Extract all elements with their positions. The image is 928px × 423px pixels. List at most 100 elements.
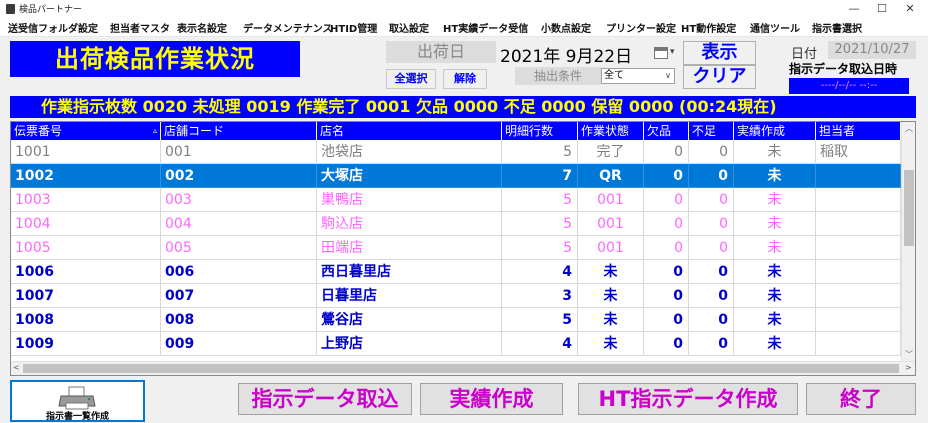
cell-store-code: 006 (161, 260, 317, 284)
cell-store-name: 巣鴨店 (317, 188, 502, 212)
menu-item-import-settings[interactable]: 取込設定 (389, 20, 429, 35)
cell-store-name: 大塚店 (317, 164, 502, 188)
shipment-table[interactable]: 伝票番号 ▵ 店舗コード 店名 明細行数 作業状態 欠品 不足 実績作成 担当者… (10, 121, 916, 376)
cell-staff (816, 188, 901, 212)
cell-work-status: 未 (578, 260, 644, 284)
cell-result: 未 (734, 260, 816, 284)
column-header-work-status[interactable]: 作業状態 (578, 122, 644, 140)
cell-slip-number: 1002 (11, 164, 161, 188)
ship-date-picker[interactable]: 2021年 9月22日 (500, 42, 632, 67)
menu-item-folder-settings[interactable]: 送受信フォルダ設定 (8, 20, 98, 35)
column-header-store-code[interactable]: 店舗コード (161, 122, 317, 140)
print-list-button[interactable]: 指示書一覧作成 (10, 380, 145, 422)
cell-missing: 0 (644, 164, 689, 188)
cell-result: 未 (734, 332, 816, 356)
column-header-missing[interactable]: 欠品 (644, 122, 689, 140)
cell-slip-number: 1007 (11, 284, 161, 308)
menu-item-staff-master[interactable]: 担当者マスタ (110, 20, 170, 35)
clear-selection-button[interactable]: 解除 (443, 69, 487, 89)
display-button[interactable]: 表示 (683, 41, 756, 65)
cell-staff (816, 164, 901, 188)
cell-work-status: 未 (578, 284, 644, 308)
cell-store-name: 上野店 (317, 332, 502, 356)
select-all-button[interactable]: 全選択 (386, 69, 436, 89)
menu-item-data-maintenance[interactable]: データメンテナンス (243, 20, 333, 35)
cell-slip-number: 1009 (11, 332, 161, 356)
cell-line-count: 3 (502, 284, 578, 308)
table-row[interactable]: 1005 005 田端店 5 001 0 0 未 (11, 236, 901, 260)
table-row[interactable]: 1003 003 巣鴨店 5 001 0 0 未 (11, 188, 901, 212)
horizontal-scrollbar[interactable]: < > (11, 361, 915, 375)
cell-store-name: 田端店 (317, 236, 502, 260)
column-header-store-name[interactable]: 店名 (317, 122, 502, 140)
cell-staff (816, 236, 901, 260)
calendar-icon[interactable] (654, 47, 668, 59)
scroll-down-icon[interactable]: ﹀ (905, 349, 913, 360)
scroll-right-icon[interactable]: > (905, 363, 912, 372)
printer-icon (58, 386, 96, 410)
scroll-left-icon[interactable]: < (13, 363, 20, 372)
create-results-button[interactable]: 実績作成 (420, 383, 563, 415)
table-row[interactable]: 1001 001 池袋店 5 完了 0 0 未稲取 (11, 140, 901, 164)
chevron-down-icon: ∨ (665, 71, 671, 80)
menu-item-ht-receive[interactable]: HT実績データ受信 (443, 20, 528, 35)
table-row[interactable]: 1002 002 大塚店 7 QR 0 0 未 (11, 164, 901, 188)
cell-line-count: 5 (502, 140, 578, 164)
close-button[interactable]: ✕ (892, 0, 928, 18)
filter-select-value: 全て (604, 70, 624, 81)
filter-select[interactable]: 全て ∨ (601, 68, 675, 84)
table-row[interactable]: 1009 009 上野店 4 未 0 0 未 (11, 332, 901, 356)
cell-store-code: 009 (161, 332, 317, 356)
vertical-scrollbar[interactable]: ︿ ﹀ (901, 122, 915, 361)
cell-store-name: 日暮里店 (317, 284, 502, 308)
exit-button[interactable]: 終了 (806, 383, 916, 415)
cell-work-status: 001 (578, 212, 644, 236)
menu-item-display-names[interactable]: 表示名設定 (177, 20, 227, 35)
column-header-slip-number[interactable]: 伝票番号 ▵ (11, 122, 161, 140)
page-title: 出荷検品作業状況 (10, 41, 300, 77)
import-instructions-button[interactable]: 指示データ取込 (238, 383, 412, 415)
column-header-line-count[interactable]: 明細行数 (502, 122, 578, 140)
menu-bar: 送受信フォルダ設定 担当者マスタ 表示名設定 データメンテナンス HTID管理 … (0, 18, 928, 37)
clear-button[interactable]: クリア (683, 65, 756, 89)
table-row[interactable]: 1004 004 駒込店 5 001 0 0 未 (11, 212, 901, 236)
scrollbar-thumb[interactable] (23, 364, 899, 373)
cell-work-status: 未 (578, 332, 644, 356)
menu-item-comm-tool[interactable]: 通信ツール (750, 20, 800, 35)
cell-missing: 0 (644, 140, 689, 164)
column-header-staff[interactable]: 担当者 (816, 122, 901, 140)
cell-store-code: 007 (161, 284, 317, 308)
table-row[interactable]: 1006 006 西日暮里店 4 未 0 0 未 (11, 260, 901, 284)
cell-staff: 稲取 (816, 140, 901, 164)
cell-missing: 0 (644, 212, 689, 236)
table-row[interactable]: 1007 007 日暮里店 3 未 0 0 未 (11, 284, 901, 308)
cell-staff (816, 332, 901, 356)
cell-slip-number: 1005 (11, 236, 161, 260)
import-datetime-value: ----/--/-- --:-- (789, 78, 909, 94)
cell-store-name: 池袋店 (317, 140, 502, 164)
date-dropdown-arrow-icon[interactable]: ▾ (670, 47, 675, 57)
cell-shortage: 0 (689, 284, 734, 308)
menu-item-select-sheet[interactable]: 指示書選択 (812, 20, 862, 35)
column-header-result[interactable]: 実績作成 (734, 122, 816, 140)
table-row[interactable]: 1008 008 鶯谷店 5 未 0 0 未 (11, 308, 901, 332)
import-datetime-label: 指示データ取込日時 (789, 62, 898, 76)
cell-store-name: 鶯谷店 (317, 308, 502, 332)
cell-line-count: 7 (502, 164, 578, 188)
cell-staff (816, 212, 901, 236)
scrollbar-thumb[interactable] (904, 170, 914, 246)
scroll-up-icon[interactable]: ︿ (905, 123, 913, 134)
menu-item-decimal[interactable]: 小数点設定 (541, 20, 591, 35)
cell-result: 未 (734, 188, 816, 212)
cell-shortage: 0 (689, 332, 734, 356)
cell-line-count: 5 (502, 188, 578, 212)
create-ht-data-button[interactable]: HT指示データ作成 (578, 383, 798, 415)
cell-work-status: 未 (578, 308, 644, 332)
cell-line-count: 4 (502, 260, 578, 284)
cell-result: 未 (734, 308, 816, 332)
menu-item-htid[interactable]: HTID管理 (330, 20, 377, 35)
window-title: 検品パートナー (19, 5, 83, 15)
menu-item-printer[interactable]: プリンター設定 (606, 20, 676, 35)
column-header-shortage[interactable]: 不足 (689, 122, 734, 140)
menu-item-ht-operation[interactable]: HT動作設定 (681, 20, 736, 35)
